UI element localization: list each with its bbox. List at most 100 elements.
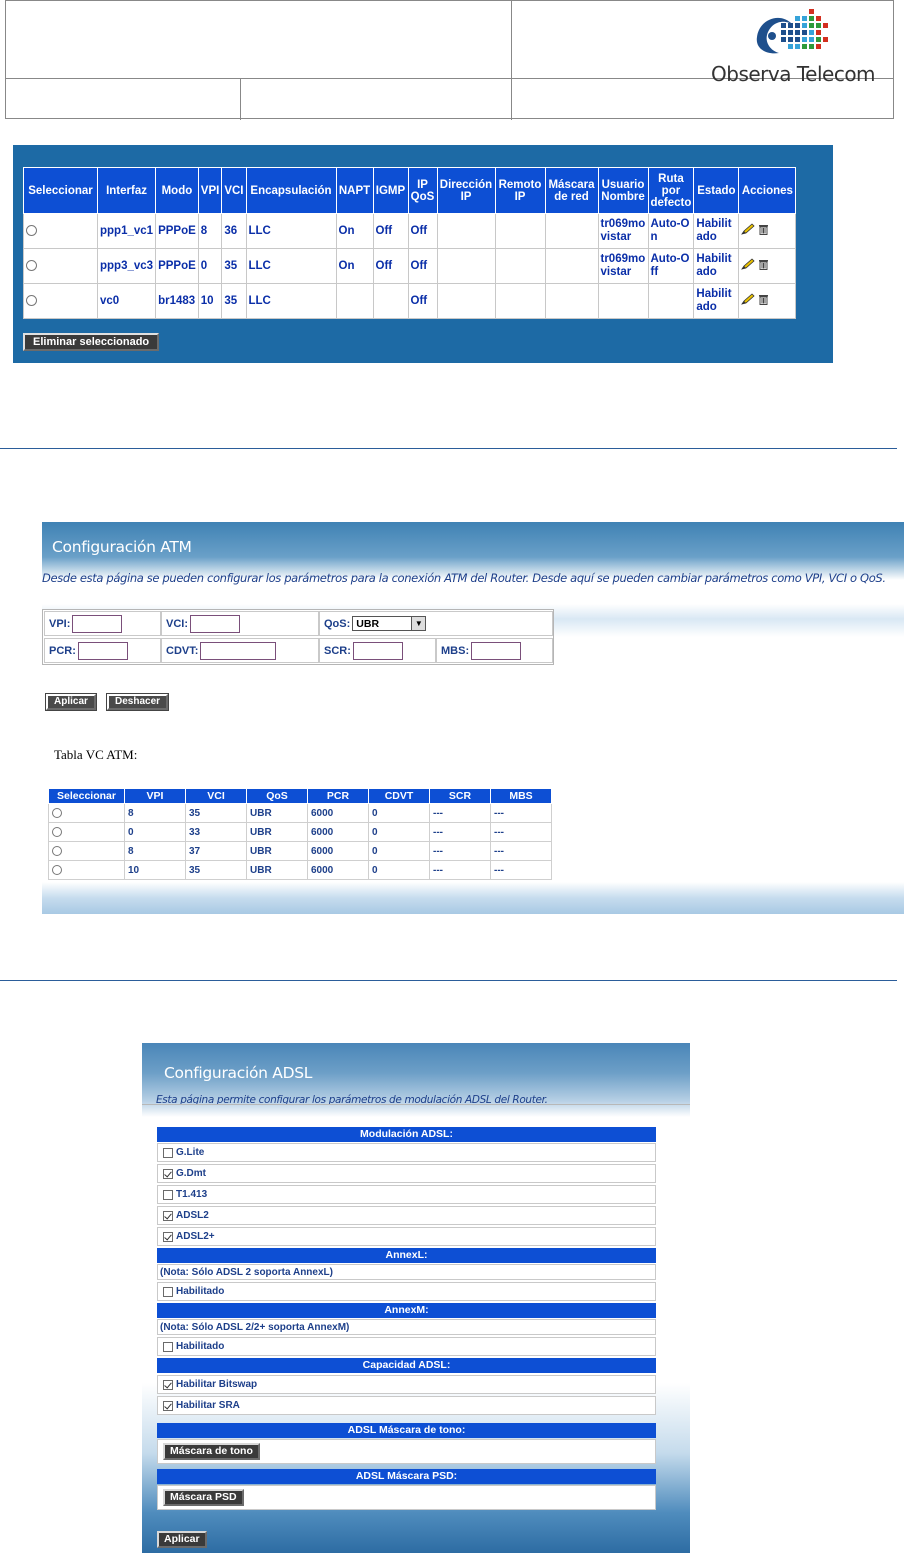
row-select-radio[interactable] <box>52 826 62 837</box>
column-header: Seleccionar <box>48 788 125 804</box>
table-row: ppp1_vc1 PPPoE 8 36 LLC On Off Off tr069… <box>23 213 797 249</box>
napt-cell: On <box>335 213 374 249</box>
undo-button[interactable]: Deshacer <box>105 693 170 711</box>
mbs-input[interactable] <box>471 641 522 660</box>
delete-trash-icon[interactable] <box>758 258 769 270</box>
qos-cell: UBR <box>246 841 308 861</box>
annexm-enabled-checkbox[interactable] <box>163 1341 173 1352</box>
column-header: PCR <box>307 788 369 804</box>
adsl2-label: ADSL2 <box>176 1210 209 1221</box>
column-header: IP QoS <box>407 167 438 214</box>
mask-cell <box>544 248 599 284</box>
column-header: Encapsulación <box>245 167 337 214</box>
t1413-checkbox[interactable] <box>163 1189 173 1200</box>
vci-cell: VCI: <box>161 611 319 636</box>
delete-selected-button[interactable]: Eliminar seleccionado <box>23 333 160 351</box>
annexm-header: AnnexM: <box>157 1303 656 1318</box>
cdvt-input[interactable] <box>200 641 277 660</box>
document-header: Observa Telecom <box>5 0 894 120</box>
delete-trash-icon[interactable] <box>758 293 769 305</box>
column-header: Remoto IP <box>494 167 546 214</box>
column-header: NAPT <box>335 167 374 214</box>
column-header: Usuario Nombre <box>597 167 649 214</box>
table-row: 8 37 UBR 6000 0 --- --- <box>48 841 552 861</box>
annexl-enabled-checkbox[interactable] <box>163 1286 173 1297</box>
ip-cell <box>436 248 496 284</box>
adsl2plus-checkbox[interactable] <box>163 1231 173 1242</box>
list-item: T1.413 <box>157 1185 656 1204</box>
qos-cell: QoS: UBR ▼ <box>319 611 553 636</box>
pcr-input[interactable] <box>77 641 128 660</box>
state-cell: Habilitado <box>693 248 740 284</box>
row-select-radio[interactable] <box>52 807 62 818</box>
user-cell <box>597 283 649 319</box>
psd-mask-header: ADSL Máscara PSD: <box>157 1469 656 1484</box>
vpi-cell: 0 <box>124 822 186 842</box>
apply-button[interactable]: Aplicar <box>45 693 97 711</box>
sra-checkbox[interactable] <box>163 1400 173 1411</box>
bitswap-checkbox[interactable] <box>163 1379 173 1390</box>
interface-cell: vc0 <box>96 283 157 319</box>
column-header: Acciones <box>738 167 797 214</box>
actions-cell <box>738 283 797 319</box>
header-divider <box>240 78 241 120</box>
pcr-label: PCR: <box>49 644 76 657</box>
adsl2-checkbox[interactable] <box>163 1210 173 1221</box>
column-header: VCI <box>221 167 247 214</box>
section-divider <box>0 448 897 449</box>
vci-input[interactable] <box>190 614 240 633</box>
page-title: Configuración ATM <box>52 538 192 556</box>
mbs-cell: --- <box>490 841 552 861</box>
scr-cell: SCR: <box>319 638 436 663</box>
edit-pencil-icon[interactable] <box>741 293 757 305</box>
vci-cell: 35 <box>185 803 247 823</box>
table-row: 0 33 UBR 6000 0 --- --- <box>48 822 552 842</box>
qos-cell: UBR <box>246 860 308 880</box>
column-header: VPI <box>124 788 186 804</box>
list-item: ADSL2+ <box>157 1227 656 1246</box>
table-header-row: Seleccionar VPI VCI QoS PCR CDVT SCR MBS <box>48 788 552 804</box>
atm-config-panel: Configuración ATM Desde esta página se p… <box>42 522 904 914</box>
annexl-enabled-label: Habilitado <box>176 1286 225 1297</box>
column-header: Estado <box>693 167 740 214</box>
column-header: VPI <box>197 167 223 214</box>
row-select-radio[interactable] <box>52 864 62 875</box>
column-header: Modo <box>155 167 199 214</box>
row-select-radio[interactable] <box>26 259 37 271</box>
glite-checkbox[interactable] <box>163 1147 173 1158</box>
row-select-radio[interactable] <box>52 845 62 856</box>
napt-cell: On <box>335 248 374 284</box>
delete-trash-icon[interactable] <box>758 223 769 235</box>
apply-button[interactable]: Aplicar <box>157 1531 207 1548</box>
header-rule <box>142 1104 690 1105</box>
vci-cell: 35 <box>221 248 247 284</box>
tone-mask-button[interactable]: Máscara de tono <box>163 1443 260 1460</box>
interface-cell: ppp3_vc3 <box>96 248 157 284</box>
column-header: Ruta por defecto <box>647 167 695 214</box>
vpi-input[interactable] <box>72 614 123 633</box>
vpi-label: VPI: <box>49 617 71 630</box>
encap-cell: LLC <box>245 283 337 319</box>
wan-interfaces-panel: Seleccionar Interfaz Modo VPI VCI Encaps… <box>13 145 833 363</box>
select-cell <box>23 248 98 284</box>
table-row: vc0 br1483 10 35 LLC Off Habilitado <box>23 283 797 319</box>
mbs-cell: --- <box>490 822 552 842</box>
column-header: Interfaz <box>96 167 157 214</box>
edit-pencil-icon[interactable] <box>741 223 757 235</box>
vpi-cell: 8 <box>197 213 223 249</box>
scr-cell: --- <box>429 803 491 823</box>
table-row: ppp3_vc3 PPPoE 0 35 LLC On Off Off tr069… <box>23 248 797 284</box>
column-header: CDVT <box>368 788 430 804</box>
psd-mask-button[interactable]: Máscara PSD <box>163 1489 244 1506</box>
scr-input[interactable] <box>352 641 403 660</box>
atm-parameters-form: VPI: VCI: QoS: UBR ▼ PCR: CDVT: SCR: MBS… <box>42 609 554 665</box>
qos-select[interactable]: UBR ▼ <box>352 616 427 631</box>
scr-label: SCR: <box>324 644 351 657</box>
edit-pencil-icon[interactable] <box>741 258 757 270</box>
column-header: QoS <box>246 788 308 804</box>
row-select-radio[interactable] <box>26 224 37 236</box>
vci-cell: 36 <box>221 213 247 249</box>
row-select-radio[interactable] <box>26 294 37 306</box>
list-item: Habilitado <box>157 1337 656 1356</box>
gdmt-checkbox[interactable] <box>163 1168 173 1179</box>
